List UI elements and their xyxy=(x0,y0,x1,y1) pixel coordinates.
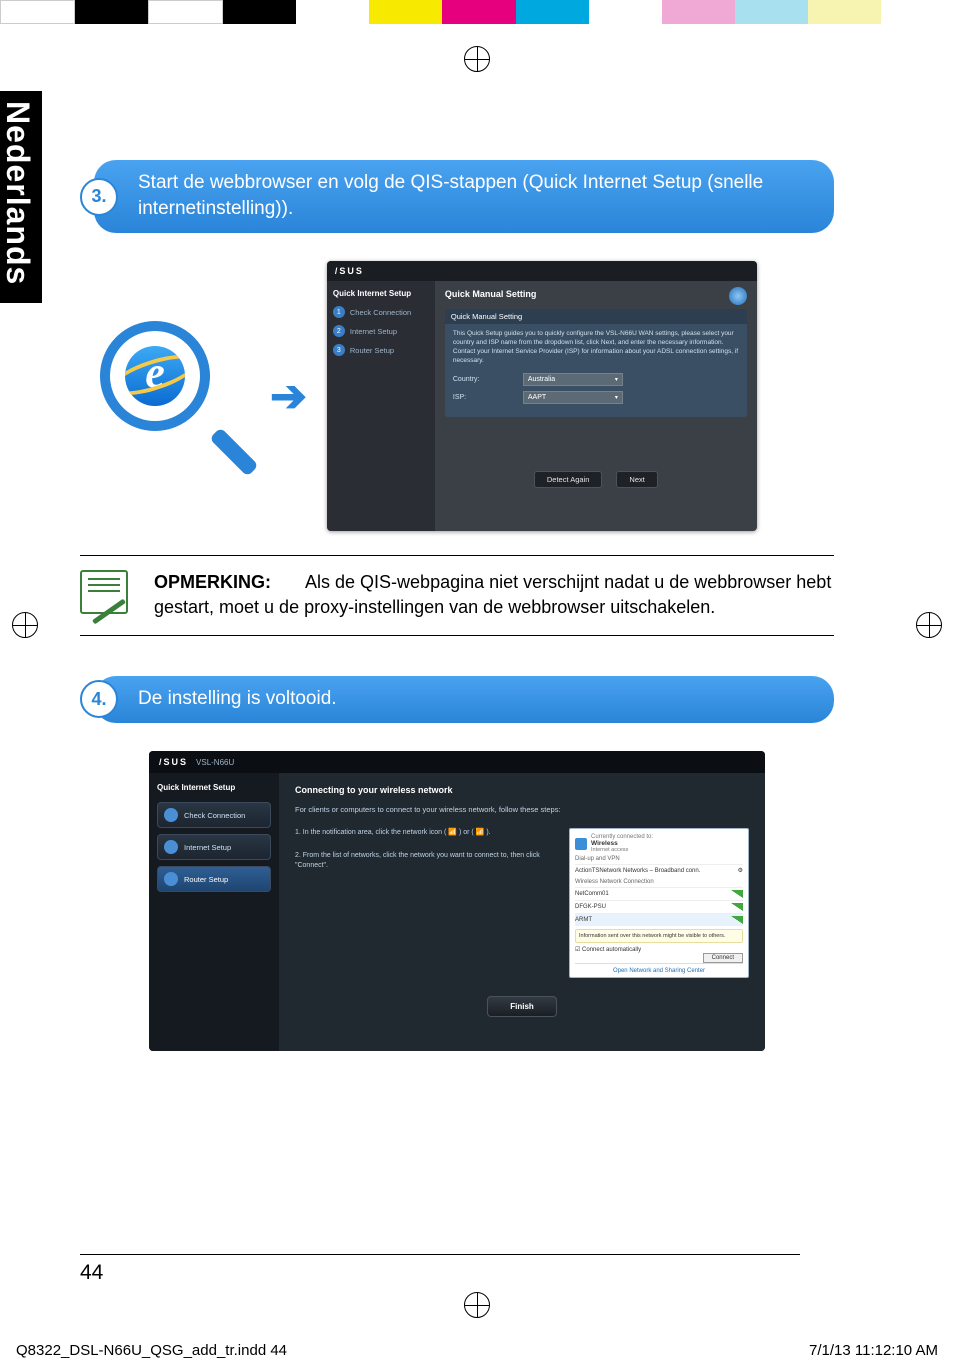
qis-screenshot-1: /SUS Quick Internet Setup 1Check Connect… xyxy=(327,261,757,531)
country-label: Country: xyxy=(453,376,513,383)
sidebar-item-router[interactable]: 3Router Setup xyxy=(333,344,429,356)
sidebar-heading: Quick Internet Setup xyxy=(157,783,271,792)
note-block: OPMERKING: Als de QIS-webpagina niet ver… xyxy=(80,555,834,635)
step-number: 3. xyxy=(80,178,118,216)
auto-connect-check[interactable]: ☑ Connect automatically xyxy=(575,946,743,953)
step-4-callout: 4. De instelling is voltooid. xyxy=(94,676,834,724)
section-label: Wireless Network Connection xyxy=(575,879,743,885)
note-label: OPMERKING: xyxy=(154,572,271,592)
chevron-down-icon: ▾ xyxy=(615,394,618,401)
instruction-1: 1. In the notification area, click the n… xyxy=(295,828,551,839)
windows-network-popup: Currently connected to: Wireless Interne… xyxy=(569,828,749,978)
step-icon xyxy=(164,872,178,886)
wifi-signal-icon xyxy=(731,903,743,911)
connect-button[interactable]: Connect xyxy=(703,953,743,963)
sidebar-heading: Quick Internet Setup xyxy=(333,289,429,298)
language-tab: Nederlands xyxy=(0,91,42,303)
list-item[interactable]: ActionTSNetwork Networks – Broadband con… xyxy=(575,864,743,876)
step-icon xyxy=(164,840,178,854)
sidebar-item-check[interactable]: Check Connection xyxy=(157,802,271,828)
footer-file: Q8322_DSL-N66U_QSG_add_tr.indd 44 xyxy=(16,1342,287,1359)
sidebar-item-internet[interactable]: 2Internet Setup xyxy=(333,325,429,337)
detect-again-button[interactable]: Detect Again xyxy=(534,471,603,488)
section-title: Connecting to your wireless network xyxy=(295,785,749,795)
arrow-icon: ➔ xyxy=(270,371,307,422)
step-number: 4. xyxy=(80,680,118,718)
print-footer: Q8322_DSL-N66U_QSG_add_tr.indd 44 7/1/13… xyxy=(0,1342,954,1359)
open-center-link[interactable]: Open Network and Sharing Center xyxy=(575,963,743,974)
step-icon xyxy=(164,808,178,822)
section-title: Quick Manual Setting xyxy=(445,289,747,299)
dial-icon: ⚙ xyxy=(738,867,743,874)
sidebar-item-check[interactable]: 1Check Connection xyxy=(333,306,429,318)
brand-logo: /SUS xyxy=(335,266,364,276)
page-number: 44 xyxy=(80,1254,800,1285)
list-item[interactable]: NetComm01 xyxy=(575,887,743,900)
brand-logo: /SUS xyxy=(159,757,188,767)
instruction-2: 2. From the list of networks, click the … xyxy=(295,851,551,872)
next-button[interactable]: Next xyxy=(616,471,657,488)
isp-label: ISP: xyxy=(453,394,513,401)
security-tip: Information sent over this network might… xyxy=(575,929,743,943)
network-icon xyxy=(575,838,587,850)
wifi-signal-icon xyxy=(731,890,743,898)
step-4-text: De instelling is voltooid. xyxy=(138,688,337,709)
isp-select[interactable]: AAPT▾ xyxy=(523,391,623,404)
page-content: Nederlands 3. Start de webbrowser en vol… xyxy=(0,80,954,1091)
sidebar-item-internet[interactable]: Internet Setup xyxy=(157,834,271,860)
section-label: Dial-up and VPN xyxy=(575,856,743,862)
finish-button[interactable]: Finish xyxy=(487,996,557,1017)
registration-mark-icon xyxy=(464,46,490,72)
section-subtitle: For clients or computers to connect to y… xyxy=(295,805,749,814)
footer-timestamp: 7/1/13 11:12:10 AM xyxy=(809,1342,938,1359)
chevron-down-icon: ▾ xyxy=(615,376,618,383)
wifi-signal-icon xyxy=(731,916,743,924)
step-3-callout: 3. Start de webbrowser en volg de QIS-st… xyxy=(94,160,834,233)
list-item[interactable]: DFGK-PSU xyxy=(575,900,743,913)
note-text: OPMERKING: Als de QIS-webpagina niet ver… xyxy=(154,570,834,620)
panel-heading: Quick Manual Setting xyxy=(445,309,747,324)
print-color-bar xyxy=(0,0,954,24)
step-3-text: Start de webbrowser en volg de QIS-stapp… xyxy=(138,172,763,219)
model-name: VSL-N66U xyxy=(196,758,234,767)
country-select[interactable]: Australia▾ xyxy=(523,373,623,386)
illustration-row: e ➔ /SUS Quick Internet Setup 1Check Con… xyxy=(80,261,834,531)
qis-screenshot-2: /SUS VSL-N66U Quick Internet Setup Check… xyxy=(149,751,765,1051)
panel-description: This Quick Setup guides you to quickly c… xyxy=(453,330,739,365)
list-item[interactable]: ARMT xyxy=(575,913,743,926)
registration-mark-icon xyxy=(464,1292,490,1318)
browser-magnifier-icon: e xyxy=(100,321,250,471)
home-icon[interactable] xyxy=(729,287,747,305)
sidebar-item-router[interactable]: Router Setup xyxy=(157,866,271,892)
note-icon xyxy=(80,570,134,620)
